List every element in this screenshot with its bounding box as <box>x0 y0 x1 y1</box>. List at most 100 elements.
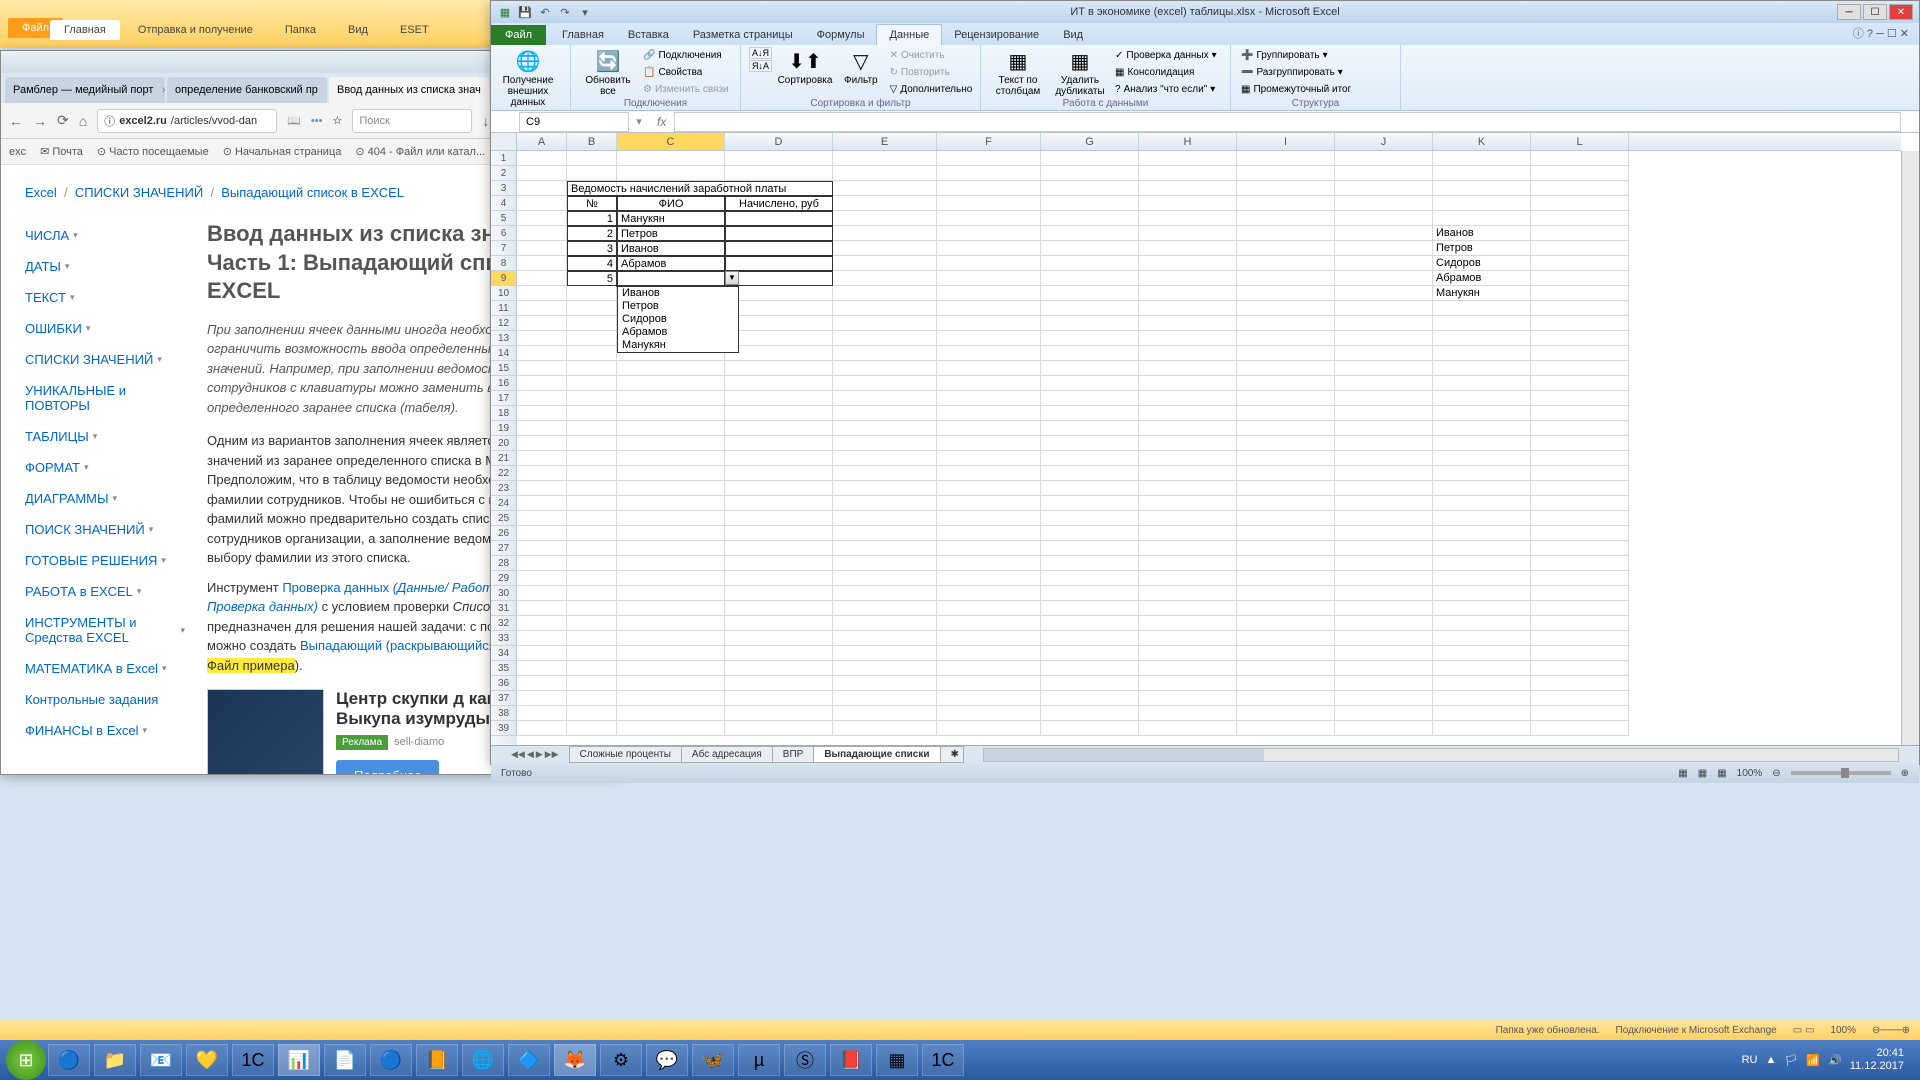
cell-D16[interactable] <box>725 376 833 391</box>
cell-A16[interactable] <box>517 376 567 391</box>
cell-F21[interactable] <box>937 451 1041 466</box>
row-header-23[interactable]: 23 <box>491 481 517 496</box>
cell-I6[interactable] <box>1237 226 1335 241</box>
cell-E11[interactable] <box>833 301 937 316</box>
cell-J22[interactable] <box>1335 466 1433 481</box>
cell-B8[interactable]: 4 <box>567 256 617 271</box>
cell-H3[interactable] <box>1139 181 1237 196</box>
cell-L18[interactable] <box>1531 406 1629 421</box>
cell-K28[interactable] <box>1433 556 1531 571</box>
cell-D6[interactable] <box>725 226 833 241</box>
cell-H39[interactable] <box>1139 721 1237 736</box>
cell-H20[interactable] <box>1139 436 1237 451</box>
cell-I34[interactable] <box>1237 646 1335 661</box>
cell-E13[interactable] <box>833 331 937 346</box>
properties-button[interactable]: 📋 Свойства <box>641 64 731 80</box>
view-layout-button[interactable]: ▦ <box>1698 768 1707 779</box>
undo-icon[interactable]: ↶ <box>537 4 553 20</box>
cell-C1[interactable] <box>617 151 725 166</box>
reload-button[interactable]: ⟳ <box>57 112 69 129</box>
cell-A36[interactable] <box>517 676 567 691</box>
cell-H33[interactable] <box>1139 631 1237 646</box>
cell-L29[interactable] <box>1531 571 1629 586</box>
cell-I12[interactable] <box>1237 316 1335 331</box>
cell-G19[interactable] <box>1041 421 1139 436</box>
cell-J14[interactable] <box>1335 346 1433 361</box>
cell-A3[interactable] <box>517 181 567 196</box>
cell-F18[interactable] <box>937 406 1041 421</box>
cell-L31[interactable] <box>1531 601 1629 616</box>
cell-J36[interactable] <box>1335 676 1433 691</box>
cell-H23[interactable] <box>1139 481 1237 496</box>
cell-I26[interactable] <box>1237 526 1335 541</box>
cell-E5[interactable] <box>833 211 937 226</box>
cell-F1[interactable] <box>937 151 1041 166</box>
cell-B35[interactable] <box>567 661 617 676</box>
cell-J13[interactable] <box>1335 331 1433 346</box>
nav-text[interactable]: ТЕКСТ▾ <box>25 282 185 313</box>
nav-unique[interactable]: УНИКАЛЬНЫЕ и ПОВТОРЫ <box>25 375 185 421</box>
cell-I28[interactable] <box>1237 556 1335 571</box>
cell-G34[interactable] <box>1041 646 1139 661</box>
cell-L38[interactable] <box>1531 706 1629 721</box>
cell-L36[interactable] <box>1531 676 1629 691</box>
cell-C22[interactable] <box>617 466 725 481</box>
cell-G22[interactable] <box>1041 466 1139 481</box>
cell-K12[interactable] <box>1433 316 1531 331</box>
cell-B31[interactable] <box>567 601 617 616</box>
cell-G21[interactable] <box>1041 451 1139 466</box>
nav-tables[interactable]: ТАБЛИЦЫ▾ <box>25 421 185 452</box>
tab-formulas[interactable]: Формулы <box>805 25 877 45</box>
cell-L7[interactable] <box>1531 241 1629 256</box>
tab-home[interactable]: Главная <box>550 25 616 45</box>
cell-E1[interactable] <box>833 151 937 166</box>
cell-H13[interactable] <box>1139 331 1237 346</box>
cell-F2[interactable] <box>937 166 1041 181</box>
bookmark-404[interactable]: ⊙ 404 - Файл или катал... <box>355 145 485 158</box>
cell-H14[interactable] <box>1139 346 1237 361</box>
cell-E33[interactable] <box>833 631 937 646</box>
cell-E14[interactable] <box>833 346 937 361</box>
cell-J21[interactable] <box>1335 451 1433 466</box>
cell-K25[interactable] <box>1433 511 1531 526</box>
cell-K38[interactable] <box>1433 706 1531 721</box>
cell-C6[interactable]: Петров <box>617 226 725 241</box>
cell-L8[interactable] <box>1531 256 1629 271</box>
cell-K32[interactable] <box>1433 616 1531 631</box>
cell-G26[interactable] <box>1041 526 1139 541</box>
cell-H29[interactable] <box>1139 571 1237 586</box>
col-header-B[interactable]: B <box>567 133 617 150</box>
cell-B3[interactable]: Ведомость начислений заработной платы <box>567 181 833 196</box>
cell-B30[interactable] <box>567 586 617 601</box>
cell-E9[interactable] <box>833 271 937 286</box>
crumb-dropdown[interactable]: Выпадающий список в EXCEL <box>221 185 404 200</box>
cell-I37[interactable] <box>1237 691 1335 706</box>
cell-H12[interactable] <box>1139 316 1237 331</box>
cell-J28[interactable] <box>1335 556 1433 571</box>
cell-J17[interactable] <box>1335 391 1433 406</box>
save-icon[interactable]: 💾 <box>517 4 533 20</box>
sheet-tab-2[interactable]: Абс адресация <box>681 746 773 763</box>
cell-E24[interactable] <box>833 496 937 511</box>
cell-G16[interactable] <box>1041 376 1139 391</box>
cell-B19[interactable] <box>567 421 617 436</box>
cell-F39[interactable] <box>937 721 1041 736</box>
browser-tab-3[interactable]: Ввод данных из списка знач× <box>329 77 489 103</box>
outlook-tab-send[interactable]: Отправка и получение <box>124 20 267 40</box>
row-header-24[interactable]: 24 <box>491 496 517 511</box>
cell-C16[interactable] <box>617 376 725 391</box>
cell-A34[interactable] <box>517 646 567 661</box>
link-validation[interactable]: Проверка данных <box>282 580 389 595</box>
cell-C31[interactable] <box>617 601 725 616</box>
browser-tab-1[interactable]: Рамблер — медийный порт× <box>5 77 165 103</box>
row-header-35[interactable]: 35 <box>491 661 517 676</box>
cell-F16[interactable] <box>937 376 1041 391</box>
cell-C33[interactable] <box>617 631 725 646</box>
cell-B22[interactable] <box>567 466 617 481</box>
cell-K26[interactable] <box>1433 526 1531 541</box>
row-header-36[interactable]: 36 <box>491 676 517 691</box>
taskbar-word[interactable]: 📄 <box>324 1044 366 1076</box>
cell-L1[interactable] <box>1531 151 1629 166</box>
nav-value-lists[interactable]: СПИСКИ ЗНАЧЕНИЙ▾ <box>25 344 185 375</box>
cell-F13[interactable] <box>937 331 1041 346</box>
